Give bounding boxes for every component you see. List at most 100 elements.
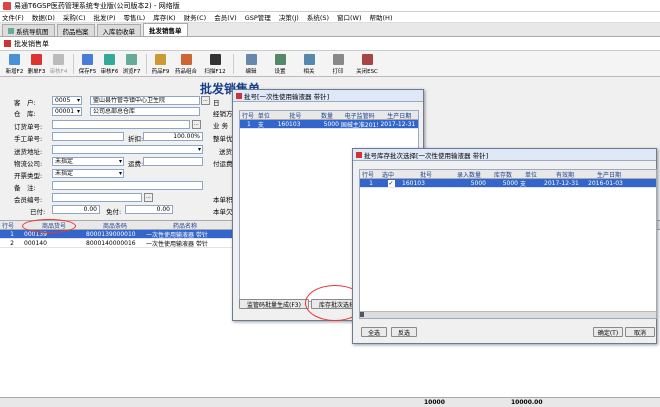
approve-button[interactable]: 审核F6 [99,52,120,76]
col-barcode: 商品条码 [102,222,127,230]
document-tabs: 系统导航图 药品档案 入库验收单 批发销售单 [0,23,660,37]
generate-code-button[interactable]: 监管码批量生成(F3) [239,299,309,309]
invoice-label: 开票类型: [14,172,43,180]
debt-label: 本单欠 [213,208,233,216]
freight-label: 运费: [128,160,144,168]
drug-combo-button[interactable]: 药品组合 [172,52,200,76]
save-button[interactable]: 保存F5 [77,52,98,76]
order-no-field[interactable] [52,120,190,129]
select-all-button[interactable]: 全选 [361,327,387,337]
dialog-icon [356,151,362,158]
close-icon [361,54,373,65]
customer-lookup-button[interactable]: ⋯ [201,96,210,105]
stock-batch-dialog-titlebar: 批号库存批次选择[一次性使用输液器 带针] [353,149,656,161]
ok-button[interactable]: 确定(T) [593,327,623,337]
new-button[interactable]: 新增F2 [4,52,25,76]
manual-no-label: 手工单号: [14,135,43,143]
tab-receiving[interactable]: 入库验收单 [96,24,141,36]
browse-icon [126,54,137,65]
barcode-icon [209,54,221,65]
map-icon [8,27,14,34]
dialog-icon [236,92,242,99]
drug-icon [155,54,166,65]
table-row[interactable]: 2 000140 8000140000016 一次性使用输液器 带针 [0,239,232,248]
menu-member[interactable]: 会员(V) [214,12,237,22]
audit-disabled-button[interactable]: 审核F4 [48,52,69,76]
free-label: 免付: [106,208,122,216]
delete-icon [31,54,42,65]
app-icon [3,1,11,10]
customer-code-select[interactable]: 0005 [52,96,82,105]
qty-total: 10000 [424,399,445,406]
horizontal-scrollbar[interactable] [360,311,656,318]
address-select[interactable] [52,145,203,154]
new-icon [9,54,20,65]
related-button[interactable]: 相关 [295,52,323,76]
customer-name-field[interactable]: 盟山县竹管寺镇中心卫生院 [90,96,200,105]
table-row[interactable]: 1 ✓ 160103 5000 5000 支 2017-12-31 2016-0… [360,179,656,188]
menu-system[interactable]: 系统(S) [307,12,329,22]
menu-file[interactable]: 文件(F) [2,12,24,22]
scroll-thumb[interactable] [360,312,364,317]
print-button[interactable]: 打印 [324,52,352,76]
member-field[interactable] [52,193,142,202]
manual-no-field[interactable] [52,132,124,141]
annotation-ellipse [22,219,76,233]
address-label: 送货地址: [14,148,43,156]
menu-wholesale[interactable]: 批发(P) [94,12,116,22]
window-title: 易通T6GSP医药管理系统专业版(公司版本2) - 网络版 [14,1,180,10]
paid-field[interactable]: 0.00 [52,205,100,214]
customer-label: 客 户: [14,99,36,107]
table-row[interactable]: 1 支 160103 5000 国械主准20153661203 2017-12-… [240,120,418,129]
freight-field[interactable] [143,157,203,166]
close-button[interactable]: 关闭ESC [353,52,381,76]
scan-button[interactable]: 扫描F12 [201,52,229,76]
drug-button[interactable]: 药品F9 [150,52,171,76]
batch-dialog-titlebar: 批号[一次性使用输液器 带针] [233,90,423,102]
warehouse-name-field[interactable]: 公司总部总仓库 [90,107,200,116]
form-icon [4,40,11,47]
tab-wholesale-order[interactable]: 批发销售单 [143,23,188,36]
edit-button[interactable]: 编辑 [237,52,265,76]
logistics-select[interactable]: 未指定 [52,157,124,166]
browse-button[interactable]: 浏览F7 [121,52,142,76]
approve-icon [104,54,115,65]
menu-gsp[interactable]: GSP管理 [245,12,271,22]
member-lookup-button[interactable]: ⋯ [144,193,153,202]
row-checkbox[interactable]: ✓ [380,179,400,187]
free-field[interactable]: 0.00 [125,205,173,214]
drug-combo-icon [180,54,192,65]
discount-label: 折扣: [128,135,144,143]
order-no-label: 订货单号: [14,123,43,131]
amount-total: 10000.00 [511,399,543,406]
related-icon [303,54,315,65]
tab-navigation[interactable]: 系统导航图 [2,24,55,36]
menu-finance[interactable]: 财务(C) [184,12,207,22]
invoice-select[interactable]: 未指定 [52,169,124,178]
edit-icon [245,54,257,65]
warehouse-label: 仓 库: [14,110,36,118]
menu-retail[interactable]: 零售(L) [124,12,146,22]
form-header-title: 批发销售单 [14,39,49,48]
warehouse-code-select[interactable]: 00001 [52,107,82,116]
discount-field[interactable]: 100.00% [143,132,203,141]
menu-window[interactable]: 窗口(W) [337,12,362,22]
delete-button[interactable]: 删单F3 [26,52,47,76]
cancel-button[interactable]: 取消 [625,327,655,337]
stock-batch-grid-header: 行号 选中 批号 录入数量 库存数 单位 有效期 生产日期 [360,170,656,179]
points-label: 本单积 [213,196,233,204]
stock-batch-dialog: 批号库存批次选择[一次性使用输液器 带针] 行号 选中 批号 录入数量 库存数 … [352,148,657,344]
toolbar-separator [73,53,74,74]
menu-data[interactable]: 数据(D) [32,12,55,22]
invert-selection-button[interactable]: 反选 [391,327,417,337]
menu-stock[interactable]: 库存(K) [153,12,175,22]
menu-help[interactable]: 帮助(H) [370,12,393,22]
col-name: 药品名称 [172,222,197,230]
tab-drug-archive[interactable]: 药品档案 [56,24,95,36]
settings-button[interactable]: 设置 [266,52,294,76]
order-no-lookup-button[interactable]: ⋯ [192,120,201,129]
whole-discount-label: 整单优 [213,135,233,143]
menu-purchase[interactable]: 采购(C) [63,12,86,22]
remark-field[interactable] [52,181,203,190]
menu-decision[interactable]: 决策(J) [279,12,299,22]
